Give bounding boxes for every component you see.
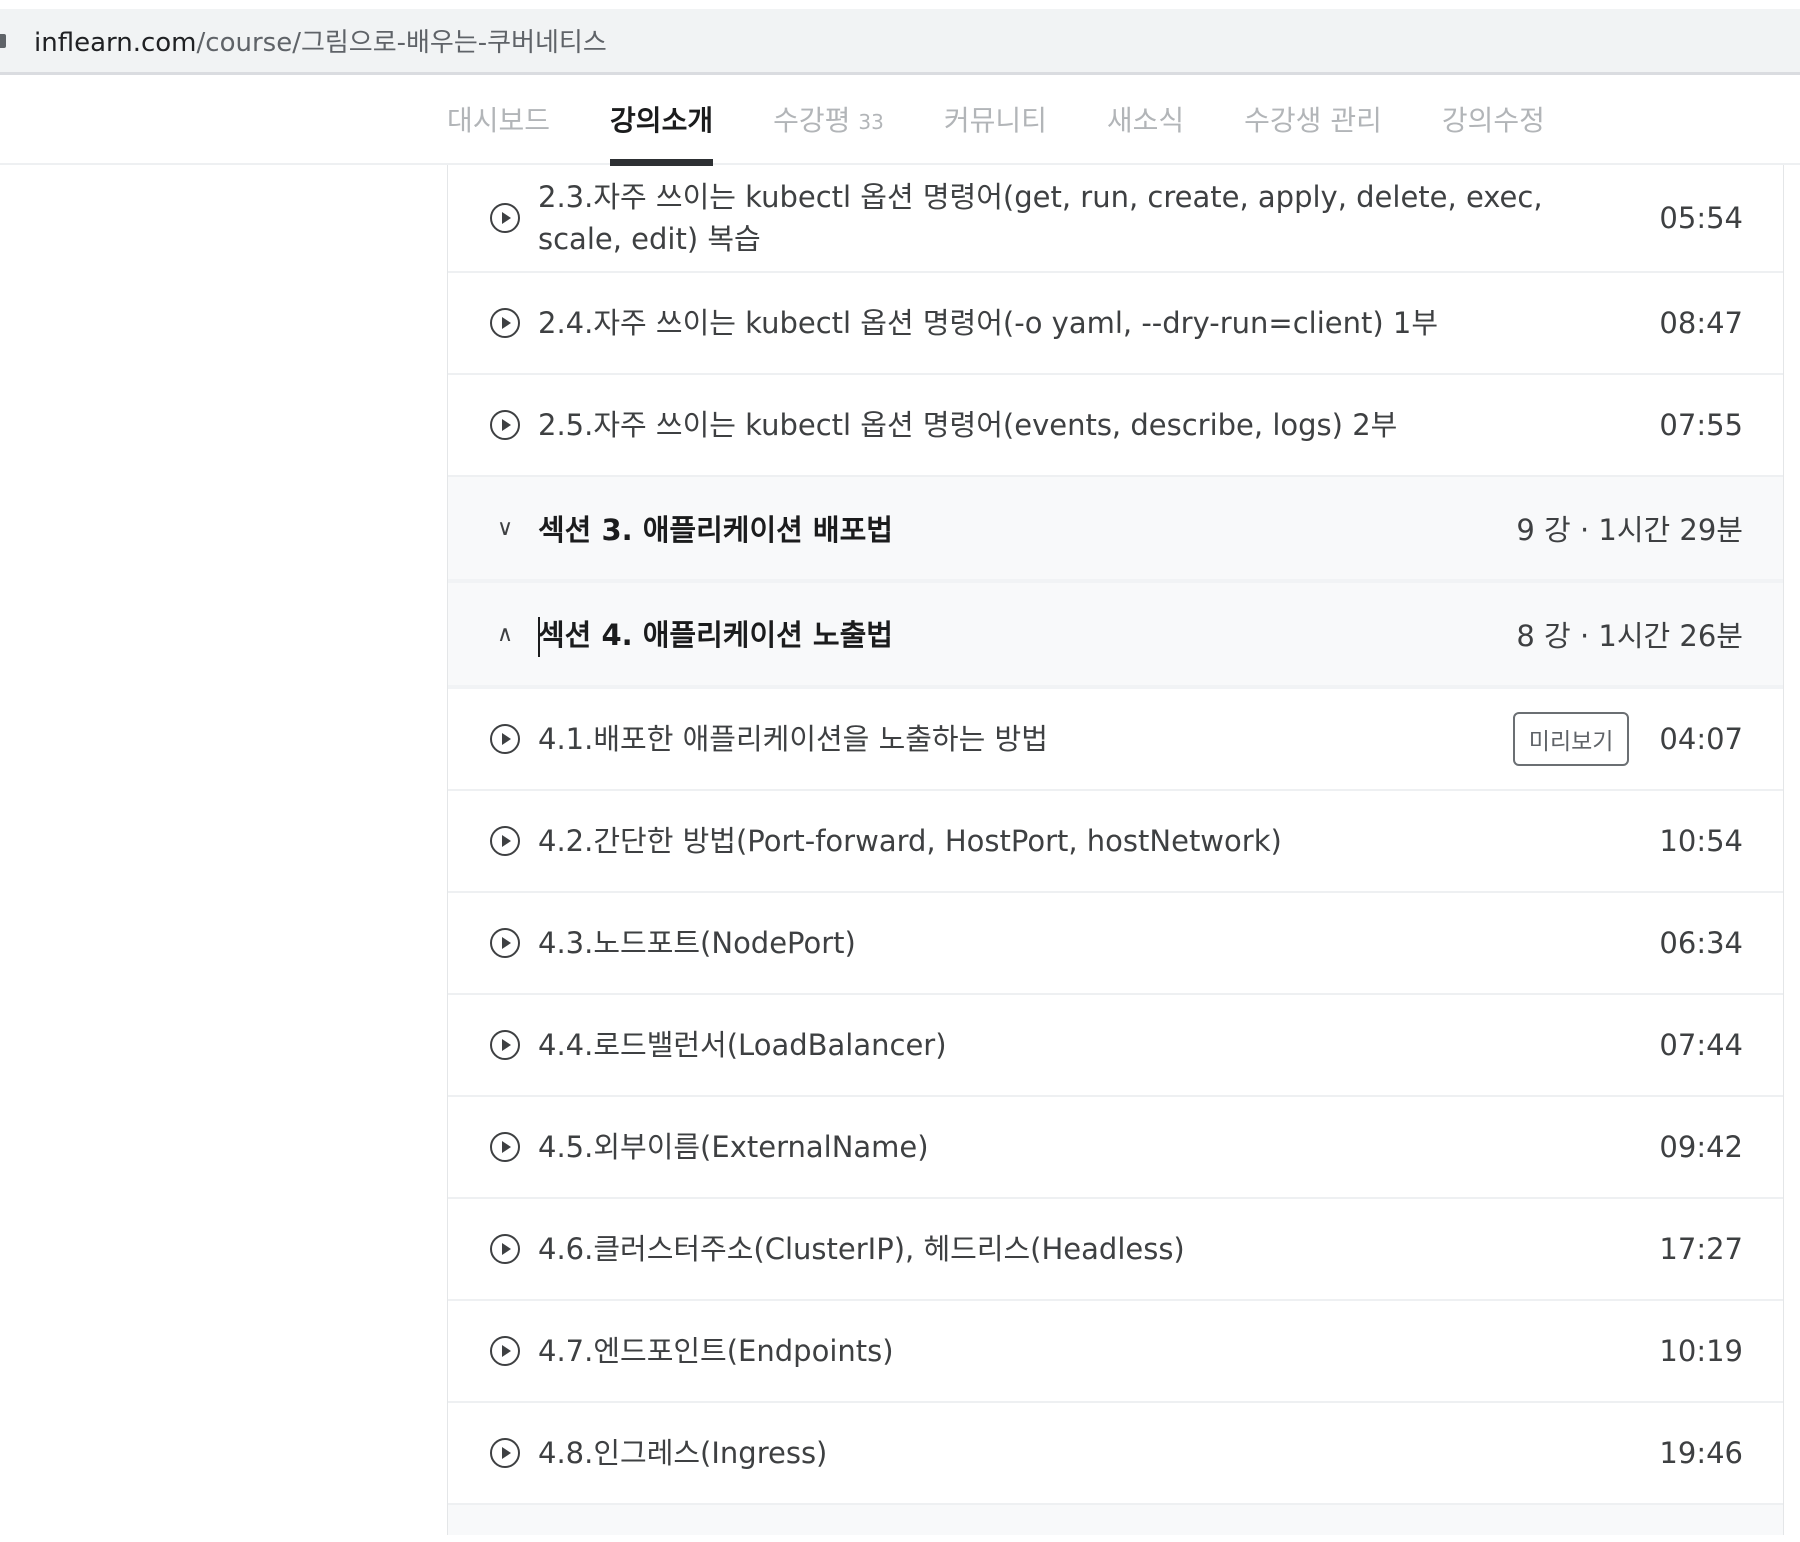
lesson-duration: 17:27	[1659, 1232, 1743, 1266]
play-icon	[490, 308, 520, 338]
preview-button[interactable]: 미리보기	[1512, 712, 1630, 766]
lesson-title: 4.1.배포한 애플리케이션을 노출하는 방법	[538, 722, 1048, 756]
lesson-row[interactable]: 2.4.자주 쓰이는 kubectl 옵션 명령어(-o yaml, --dry…	[448, 273, 1783, 375]
lesson-row[interactable]: 4.1.배포한 애플리케이션을 노출하는 방법 미리보기 04:07	[448, 689, 1783, 791]
play-icon	[490, 1030, 520, 1060]
lesson-row[interactable]: 4.6.클러스터주소(ClusterIP), 헤드리스(Headless) 17:…	[448, 1199, 1783, 1301]
lesson-title: 4.5.외부이름(ExternalName)	[538, 1130, 929, 1164]
tab-news[interactable]: 새소식	[1107, 74, 1184, 164]
lesson-row[interactable]: 4.8.인그레스(Ingress) 19:46	[448, 1403, 1783, 1505]
lesson-duration: 09:42	[1659, 1130, 1743, 1164]
lesson-title: 2.5.자주 쓰이는 kubectl 옵션 명령어(events, descri…	[538, 408, 1398, 442]
play-icon	[490, 928, 520, 958]
lesson-row[interactable]: 4.4.로드밸런서(LoadBalancer) 07:44	[448, 995, 1783, 1097]
url-text[interactable]: inflearn.com/course/그림으로-배우는-쿠버네티스	[34, 22, 607, 59]
review-count: 33	[858, 110, 884, 134]
play-icon	[490, 1234, 520, 1264]
tab-label: 수강평	[773, 104, 851, 137]
section-header-3[interactable]: ∨ 섹션 3. 애플리케이션 배포법 9 강 · 1시간 29분	[448, 477, 1783, 583]
tab-course-intro[interactable]: 강의소개	[610, 74, 714, 166]
lesson-duration: 07:44	[1659, 1028, 1743, 1062]
tab-student-management[interactable]: 수강생 관리	[1244, 74, 1382, 164]
course-tabs: 대시보드 강의소개 수강평 33 커뮤니티 새소식 수강생 관리 강의수정	[0, 74, 1800, 166]
section-title: 섹션 4. 애플리케이션 노출법	[538, 617, 893, 652]
section-meta: 9 강 · 1시간 29분	[1516, 513, 1743, 547]
lesson-row[interactable]: 2.5.자주 쓰이는 kubectl 옵션 명령어(events, descri…	[448, 375, 1783, 477]
tab-dashboard[interactable]: 대시보드	[447, 74, 550, 164]
tab-label: 새소식	[1106, 104, 1185, 137]
section-header-4[interactable]: ∧ 섹션 4. 애플리케이션 노출법 8 강 · 1시간 26분	[448, 583, 1783, 689]
lesson-row[interactable]: 4.3.노드포트(NodePort) 06:34	[448, 893, 1783, 995]
tab-reviews[interactable]: 수강평 33	[773, 74, 884, 164]
play-icon	[490, 1132, 520, 1162]
lesson-duration: 10:54	[1659, 824, 1743, 858]
url-host: inflearn.com	[34, 28, 197, 58]
lesson-row[interactable]: 2.3.자주 쓰이는 kubectl 옵션 명령어(get, run, crea…	[448, 165, 1783, 273]
play-icon	[490, 724, 520, 754]
next-section-header[interactable]	[448, 1505, 1783, 1535]
lesson-duration: 08:47	[1659, 306, 1743, 340]
address-bar[interactable]: inflearn.com/course/그림으로-배우는-쿠버네티스	[0, 9, 1800, 72]
lesson-duration: 05:54	[1659, 201, 1743, 235]
lock-icon	[0, 33, 6, 48]
lesson-duration: 19:46	[1659, 1436, 1743, 1470]
lesson-title: 4.2.간단한 방법(Port-forward, HostPort, hostN…	[538, 824, 1282, 858]
tab-label: 강의소개	[610, 104, 714, 137]
tab-edit-course[interactable]: 강의수정	[1442, 74, 1545, 164]
lesson-row[interactable]: 4.5.외부이름(ExternalName) 09:42	[448, 1097, 1783, 1199]
lesson-title: 2.4.자주 쓰이는 kubectl 옵션 명령어(-o yaml, --dry…	[538, 306, 1439, 340]
play-icon	[490, 203, 520, 233]
lesson-duration: 07:55	[1659, 408, 1743, 442]
chevron-up-icon: ∧	[496, 621, 514, 647]
curriculum-list: 2.3.자주 쓰이는 kubectl 옵션 명령어(get, run, crea…	[447, 165, 1784, 1535]
tab-label: 대시보드	[447, 104, 551, 137]
tab-label: 커뮤니티	[943, 104, 1047, 137]
tab-label: 수강생 관리	[1244, 104, 1382, 137]
tab-label: 강의수정	[1441, 104, 1545, 137]
play-icon	[490, 826, 520, 856]
lesson-duration: 10:19	[1659, 1334, 1743, 1368]
chevron-down-icon: ∨	[496, 515, 514, 541]
section-title: 섹션 3. 애플리케이션 배포법	[538, 513, 893, 547]
lesson-row[interactable]: 4.2.간단한 방법(Port-forward, HostPort, hostN…	[448, 791, 1783, 893]
lesson-duration: 06:34	[1659, 926, 1743, 960]
play-icon	[490, 1438, 520, 1468]
lesson-title: 2.3.자주 쓰이는 kubectl 옵션 명령어(get, run, crea…	[538, 180, 1543, 256]
lesson-title: 4.3.노드포트(NodePort)	[538, 926, 856, 960]
play-icon	[490, 1336, 520, 1366]
lesson-title: 4.8.인그레스(Ingress)	[538, 1436, 828, 1470]
lesson-title: 4.6.클러스터주소(ClusterIP), 헤드리스(Headless)	[538, 1232, 1185, 1266]
lesson-title: 4.7.엔드포인트(Endpoints)	[538, 1334, 894, 1368]
lesson-row[interactable]: 4.7.엔드포인트(Endpoints) 10:19	[448, 1301, 1783, 1403]
tab-community[interactable]: 커뮤니티	[944, 74, 1047, 164]
play-icon	[490, 410, 520, 440]
url-path: /course/그림으로-배우는-쿠버네티스	[196, 28, 607, 58]
lesson-title: 4.4.로드밸런서(LoadBalancer)	[538, 1028, 947, 1062]
lesson-duration: 04:07	[1659, 722, 1743, 756]
section-meta: 8 강 · 1시간 26분	[1516, 619, 1743, 653]
